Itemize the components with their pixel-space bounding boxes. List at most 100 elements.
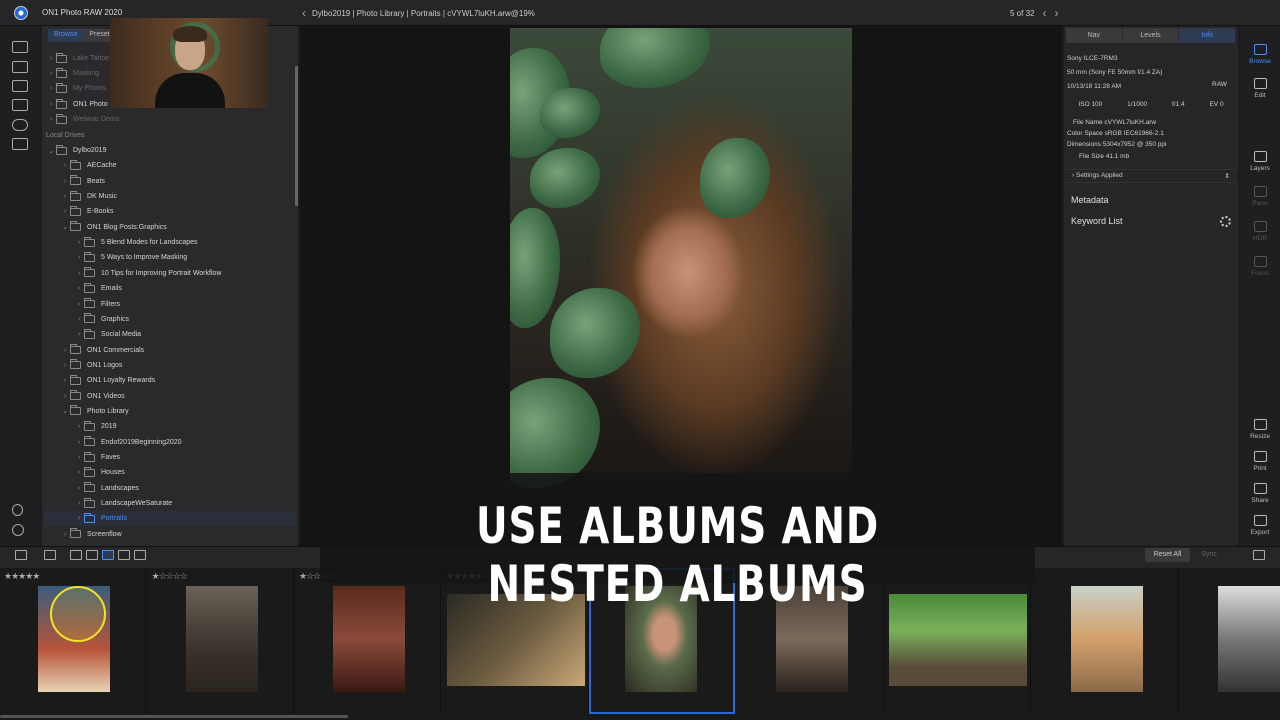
thumbnail-image[interactable] (333, 586, 405, 692)
recent-item[interactable]: › Lake Tahoe (46, 51, 109, 66)
filmstrip-view-icon[interactable] (102, 550, 114, 560)
tab-info[interactable]: Info (1179, 28, 1237, 43)
panel-toggle-icon[interactable] (15, 550, 27, 560)
tree-item[interactable]: › 5 Blend Modes for Landscapes (44, 235, 198, 250)
chevron-right-icon[interactable]: › (74, 301, 84, 308)
tree-item[interactable]: › ON1 Videos (44, 389, 125, 404)
tree-item[interactable]: ⌄ Dylbo2019 (44, 143, 106, 158)
chevron-right-icon[interactable]: › (60, 193, 70, 200)
chevron-right-icon[interactable]: › (60, 208, 70, 215)
chevron-right-icon[interactable]: › (74, 285, 84, 292)
help-icon[interactable] (12, 524, 24, 536)
module-pano[interactable]: Pano (1240, 186, 1280, 207)
drive-icon[interactable] (12, 99, 28, 111)
module-hdr[interactable]: HDR (1240, 221, 1280, 242)
chevron-down-icon[interactable]: ⌄ (46, 147, 56, 155)
tab-browse[interactable]: Browse (48, 29, 84, 42)
module-focus[interactable]: Focus (1240, 256, 1280, 277)
module-layers[interactable]: Layers (1240, 151, 1280, 172)
tree-item[interactable]: › Endof2019Beginning2020 (44, 435, 182, 450)
detail-view-icon[interactable] (86, 550, 98, 560)
recent-item[interactable]: › My Photos (46, 81, 106, 96)
filmstrip-scrollbar[interactable] (0, 715, 348, 718)
map-view-icon[interactable] (134, 550, 146, 560)
tree-item[interactable]: › Beats (44, 174, 105, 189)
tree-item[interactable]: › DK Music (44, 189, 117, 204)
tree-item[interactable]: › Emails (44, 281, 122, 296)
cloud-icon[interactable] (12, 119, 28, 131)
module-browse[interactable]: Browse (1240, 44, 1280, 65)
chevron-right-icon[interactable]: › (60, 362, 70, 369)
chevron-right-icon[interactable]: › (74, 239, 84, 246)
thumbnail-image[interactable] (1070, 586, 1143, 692)
chevron-left-icon[interactable]: ‹ (302, 6, 306, 20)
tree-item[interactable]: › Houses (44, 465, 125, 480)
compare-view-icon[interactable] (118, 550, 130, 560)
chevron-right-icon[interactable]: › (74, 469, 84, 476)
chevron-right-icon[interactable]: › (74, 454, 84, 461)
tree-item[interactable]: › ON1 Logos (44, 358, 122, 373)
chevron-down-icon[interactable]: ⌄ (60, 407, 70, 415)
chevron-right-icon[interactable]: › (74, 316, 84, 323)
tool-resize[interactable]: Resize (1240, 419, 1280, 440)
tree-item[interactable]: › Screenflow (44, 527, 122, 542)
recent-item[interactable]: › ON1 Photo (46, 97, 108, 112)
user-icon[interactable] (12, 504, 23, 516)
chevron-right-icon[interactable]: › (60, 377, 70, 384)
chevron-down-icon[interactable]: ⌄ (60, 223, 70, 231)
chevron-right-icon[interactable]: › (60, 162, 70, 169)
tool-print[interactable]: Print (1240, 451, 1280, 472)
grid-view-icon[interactable] (70, 550, 82, 560)
recent-item[interactable]: › Webinar Demo (46, 112, 120, 127)
star-rating[interactable]: ★★★★★ (4, 571, 40, 582)
tree-item[interactable]: › 2019 (44, 419, 117, 434)
camera-icon[interactable] (12, 61, 28, 73)
tree-item[interactable]: › Faves (44, 450, 120, 465)
keyword-list-heading[interactable]: Keyword List (1071, 216, 1123, 226)
filmstrip-thumbnail[interactable]: ★☆☆☆☆ (148, 568, 294, 714)
chevron-right-icon[interactable]: › (74, 485, 84, 492)
chevron-right-icon[interactable]: › (74, 423, 84, 430)
chevron-right-icon[interactable]: › (74, 500, 84, 507)
right-panel-toggle-icon[interactable] (1253, 550, 1265, 560)
chevron-right-icon[interactable]: › (74, 331, 84, 338)
folder-icon[interactable] (12, 80, 28, 92)
tree-item[interactable]: › 10 Tips for Improving Portrait Workflow (44, 266, 221, 281)
gear-icon[interactable] (1220, 216, 1231, 227)
tab-levels[interactable]: Levels (1122, 28, 1180, 43)
star-rating[interactable]: ★☆☆☆☆ (152, 571, 188, 582)
tree-item[interactable]: › AECache (44, 158, 117, 173)
tool-share[interactable]: Share (1240, 483, 1280, 504)
recent-item[interactable]: › Masking (46, 66, 99, 81)
chevron-right-icon[interactable]: › (60, 347, 70, 354)
filmstrip-toggle-icon[interactable] (44, 550, 56, 560)
tree-item[interactable]: › LandscapeWeSaturate (44, 496, 172, 511)
thumbnail-image[interactable] (1218, 586, 1280, 692)
tree-item[interactable]: › 5 Ways to Improve Masking (44, 250, 187, 265)
tree-item[interactable]: › ON1 Loyalty Rewards (44, 373, 155, 388)
metadata-heading[interactable]: Metadata (1071, 195, 1109, 205)
chevron-right-icon[interactable]: › (60, 531, 70, 538)
sync-button[interactable]: Sync (1194, 548, 1224, 562)
tree-item[interactable]: › Filters (44, 297, 120, 312)
browser-scrollbar[interactable] (295, 66, 298, 206)
reset-all-button[interactable]: Reset All (1145, 548, 1190, 562)
preview-photo[interactable] (510, 28, 852, 498)
next-image-icon[interactable]: › (1054, 6, 1058, 20)
chevron-right-icon[interactable]: › (74, 515, 84, 522)
filmstrip-thumbnail[interactable] (1033, 568, 1179, 714)
tab-nav[interactable]: Nav (1066, 28, 1123, 43)
filmstrip-thumbnail[interactable] (1180, 568, 1280, 714)
settings-applied-section[interactable]: › Settings Applied ⇕ (1066, 169, 1236, 183)
tree-item[interactable]: › ON1 Commercials (44, 343, 144, 358)
chevron-right-icon[interactable]: › (60, 393, 70, 400)
monitor-icon[interactable] (12, 41, 28, 53)
chevron-right-icon[interactable]: › (74, 439, 84, 446)
tree-item[interactable]: › Graphics (44, 312, 129, 327)
tree-item[interactable]: › Landscapes (44, 481, 139, 496)
thumbnail-image[interactable] (185, 586, 258, 692)
tree-item[interactable]: ⌄ ON1 Blog Posts:Graphics (44, 220, 167, 235)
chevron-right-icon[interactable]: › (74, 254, 84, 261)
tree-item[interactable]: ⌄ Photo Library (44, 404, 129, 419)
tree-item[interactable]: › E-Books (44, 204, 113, 219)
